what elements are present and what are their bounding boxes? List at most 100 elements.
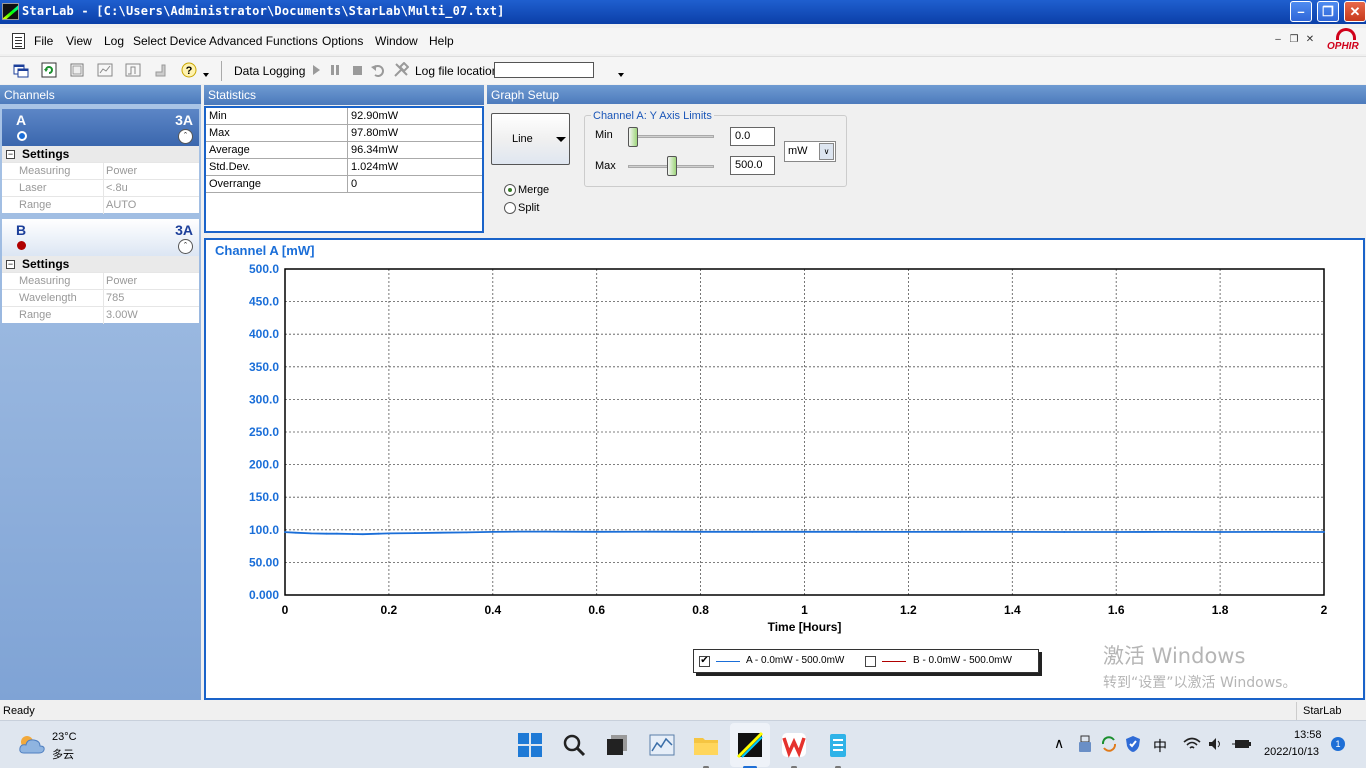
log-file-location-input[interactable] xyxy=(494,62,594,78)
channel-b-settings-label: Settings xyxy=(22,257,70,271)
legend-b-checkbox[interactable] xyxy=(865,656,876,667)
tray-overflow-chevron[interactable]: ∧ xyxy=(1054,735,1064,752)
weather-desc[interactable]: 多云 xyxy=(52,746,74,762)
stop-icon[interactable] xyxy=(349,62,365,78)
channel-b-model: 3A xyxy=(175,222,193,238)
performance-monitor-icon[interactable] xyxy=(648,731,676,759)
help-icon[interactable]: ? xyxy=(181,62,197,78)
min-slider-thumb[interactable] xyxy=(628,127,638,147)
legend-a-checkbox[interactable]: ✔ xyxy=(699,656,710,667)
channel-b-prop-row[interactable]: Range 3.00W xyxy=(2,306,199,324)
weather-temp[interactable]: 23°C xyxy=(52,731,77,743)
weather-cloud-icon[interactable] xyxy=(18,733,46,755)
channel-a-header[interactable]: A 3A ˆ xyxy=(2,109,199,147)
wps-office-icon[interactable] xyxy=(780,731,808,759)
mdi-minimize-button[interactable]: – xyxy=(1272,34,1284,46)
taskbar: 23°C 多云 ∧ 中 13:58 2022/10/13 1 xyxy=(0,720,1366,768)
new-window-icon[interactable] xyxy=(13,62,29,78)
data-logging-label: Data Logging xyxy=(234,64,306,78)
log-file-location-label: Log file location xyxy=(415,64,499,78)
mdi-close-button[interactable]: ✕ xyxy=(1304,34,1316,46)
tools-icon[interactable] xyxy=(393,62,409,78)
menu-select-device[interactable]: Select Device xyxy=(133,34,206,48)
series-point-a xyxy=(310,532,312,535)
wifi-icon[interactable] xyxy=(1183,736,1201,752)
security-shield-icon[interactable] xyxy=(1125,735,1141,753)
minimize-button[interactable]: – xyxy=(1290,1,1312,22)
taskbar-time[interactable]: 13:58 xyxy=(1294,729,1322,741)
menu-options[interactable]: Options xyxy=(322,34,363,48)
channel-b-settings-row[interactable]: − Settings xyxy=(2,256,199,272)
x-tick-label: 0.2 xyxy=(381,603,398,617)
menu-view[interactable]: View xyxy=(66,34,92,48)
channel-a-prop-row[interactable]: Range AUTO xyxy=(2,196,199,214)
taskbar-date[interactable]: 2022/10/13 xyxy=(1264,746,1319,758)
max-value-input[interactable]: 500.0 xyxy=(730,156,775,175)
file-explorer-icon[interactable] xyxy=(692,731,720,759)
min-slider-track[interactable] xyxy=(628,135,714,138)
refresh-icon[interactable] xyxy=(41,62,57,78)
undo-icon[interactable] xyxy=(370,62,386,78)
statistics-table: Min 92.90mW Max 97.80mW Average 96.34mW Std… xyxy=(204,106,484,233)
channel-a-color-dot xyxy=(17,131,27,141)
play-icon[interactable] xyxy=(308,62,324,78)
max-slider-thumb[interactable] xyxy=(667,156,677,176)
channel-b-header[interactable]: B 3A ˆ xyxy=(2,219,199,257)
task-view-icon[interactable] xyxy=(603,731,631,759)
series-point-a xyxy=(595,530,598,533)
series-point-a xyxy=(1115,531,1118,533)
channel-b-collapse-button[interactable]: ˆ xyxy=(178,239,193,254)
log-file-dropdown-icon[interactable] xyxy=(618,73,624,77)
menu-advanced-functions[interactable]: Advanced Functions xyxy=(209,34,318,48)
series-point-a xyxy=(491,530,494,533)
mdi-restore-button[interactable]: ❐ xyxy=(1288,34,1300,46)
zero-icon[interactable] xyxy=(153,62,169,78)
legend-a-line xyxy=(716,661,740,662)
unit-dropdown-icon[interactable]: ∨ xyxy=(819,143,834,160)
menu-help[interactable]: Help xyxy=(429,34,454,48)
starlab-taskbar-icon[interactable] xyxy=(736,731,764,759)
help-dropdown-icon[interactable] xyxy=(202,72,210,78)
menu-window[interactable]: Window xyxy=(375,34,418,48)
channel-b-prop-row[interactable]: Measuring Power xyxy=(2,272,199,290)
usb-icon[interactable] xyxy=(1078,735,1092,753)
channel-b-prop-row[interactable]: Wavelength 785 xyxy=(2,289,199,307)
pause-icon[interactable] xyxy=(327,62,343,78)
channel-a-settings-row[interactable]: − Settings xyxy=(2,146,199,162)
battery-icon[interactable] xyxy=(1232,736,1252,752)
chart-type-button[interactable]: Line xyxy=(491,113,570,165)
document-icon[interactable] xyxy=(12,33,25,49)
ophir-logo: OPHIR xyxy=(1326,28,1364,54)
notification-badge[interactable]: 1 xyxy=(1331,737,1345,751)
window-toggle-icon[interactable] xyxy=(69,62,85,78)
min-value-input[interactable]: 0.0 xyxy=(730,127,775,146)
close-button[interactable]: ✕ xyxy=(1344,1,1366,22)
ime-indicator[interactable]: 中 xyxy=(1153,736,1167,756)
volume-icon[interactable] xyxy=(1208,736,1224,752)
menu-file[interactable]: File xyxy=(34,34,53,48)
notepad-icon[interactable] xyxy=(824,731,852,759)
search-icon[interactable] xyxy=(560,731,588,759)
chart-svg: 0.000 50.00 100.0 150.0 200.0 250.0 300.0 350.0… xyxy=(249,262,1328,634)
channel-a-prop-row[interactable]: Laser <.8u xyxy=(2,179,199,197)
channel-a-collapse-button[interactable]: ˆ xyxy=(178,129,193,144)
y-tick-label: 200.0 xyxy=(249,458,279,472)
start-icon[interactable] xyxy=(516,731,544,759)
sync-icon[interactable] xyxy=(1100,735,1118,753)
series-point-a xyxy=(517,530,520,533)
series-point-a xyxy=(1271,530,1273,533)
series-point-a xyxy=(336,532,338,535)
merge-radio[interactable] xyxy=(504,184,516,196)
graph-view-icon[interactable] xyxy=(97,62,113,78)
split-radio[interactable] xyxy=(504,202,516,214)
maximize-button[interactable]: ❐ xyxy=(1317,1,1339,22)
y-tick-label: 0.000 xyxy=(249,588,279,602)
channel-b-settings-expander[interactable]: − xyxy=(6,260,15,269)
series-point-a xyxy=(647,530,650,533)
pulse-view-icon[interactable] xyxy=(125,62,141,78)
stat-row-min: Min 92.90mW xyxy=(206,108,482,125)
channel-a-prop-row[interactable]: Measuring Power xyxy=(2,162,199,180)
channel-a-settings-expander[interactable]: − xyxy=(6,150,15,159)
unit-select[interactable]: mW ∨ xyxy=(784,141,836,162)
menu-log[interactable]: Log xyxy=(104,34,124,48)
